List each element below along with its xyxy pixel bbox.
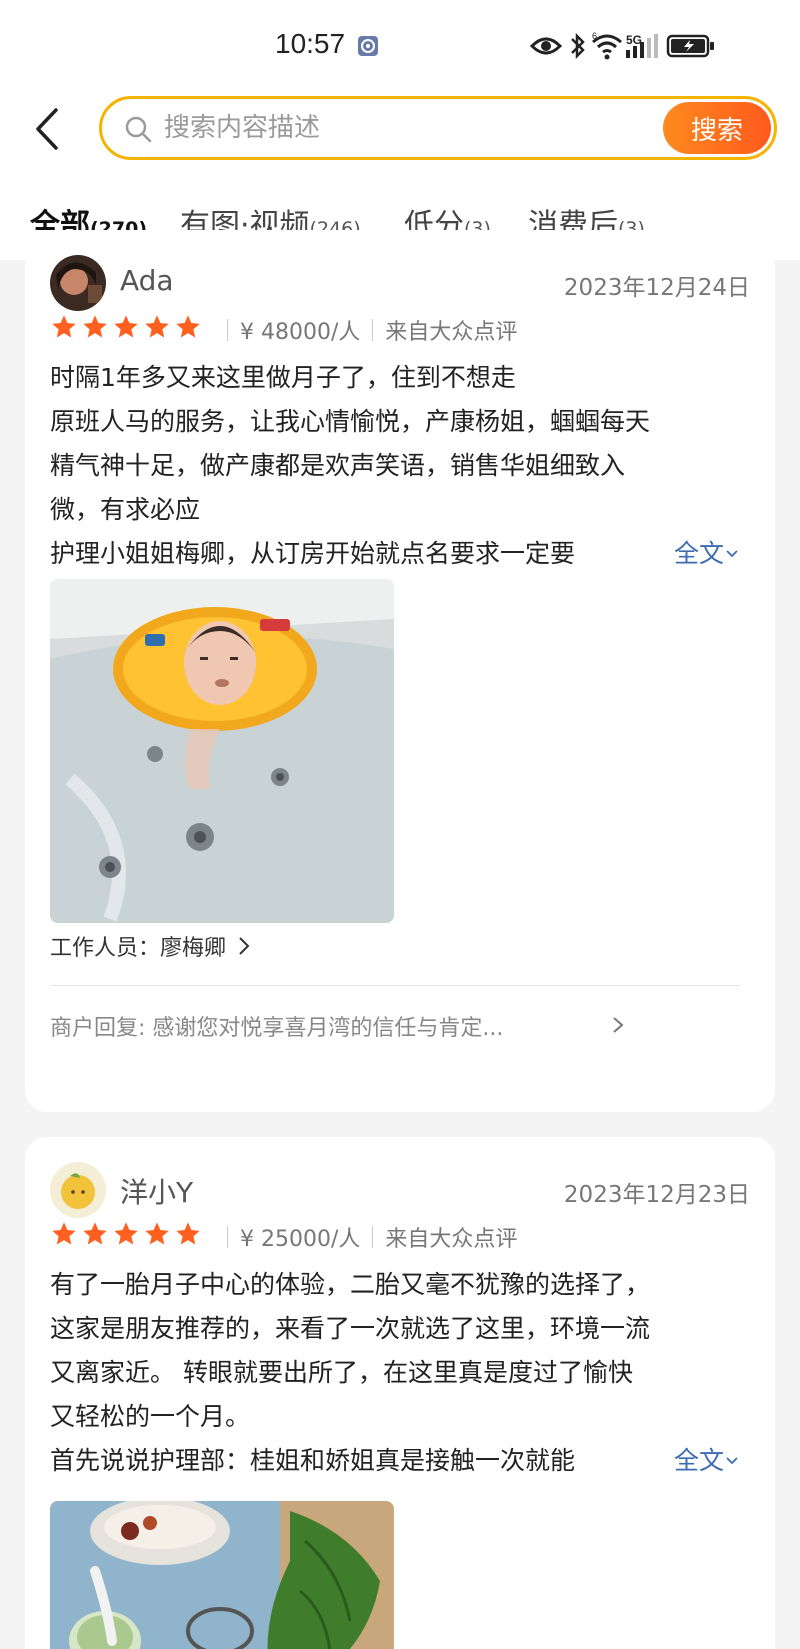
back-icon[interactable] (30, 104, 70, 154)
review-line: 微，有求必应 (50, 495, 201, 524)
expand-full-text-link[interactable]: 全文 (651, 1439, 740, 1483)
expand-label: 全文 (673, 1446, 724, 1475)
signal-5g-icon: 5G (626, 33, 658, 58)
signal-top-label: 6 (592, 31, 597, 41)
chevron-right-icon (239, 937, 250, 955)
review-card: Ada 2023年12月24日 ¥ 48000/人 来自大众点评 时隔1年多又来… (25, 230, 775, 1112)
review-photo[interactable] (50, 1501, 394, 1649)
review-date: 2023年12月24日 (563, 275, 750, 301)
merchant-reply[interactable]: 商户回复: 感谢您对悦享喜月湾的信任与肯定... (50, 1010, 740, 1042)
review-card: 洋小Y 2023年12月23日 ¥ 25000/人 来自大众点评 有了一胎月子中… (25, 1137, 775, 1649)
review-photo[interactable] (50, 579, 394, 923)
star-icon (145, 1222, 169, 1245)
rating-stars (50, 1220, 205, 1248)
bluetooth-icon (571, 32, 585, 60)
eye-icon (530, 37, 562, 55)
battery-charging-icon (666, 34, 714, 58)
review-date: 2023年12月23日 (563, 1182, 750, 1208)
signal-5g-label: 5G (626, 33, 642, 47)
review-text[interactable]: 时隔1年多又来这里做月子了，住到不想走 原班人马的服务，让我心情愉悦，产康杨姐，… (50, 356, 740, 576)
review-source: 来自大众点评 (385, 320, 518, 345)
staff-name: 廖梅卿 (160, 936, 227, 961)
price-per-person: ¥ 25000/人 (240, 1227, 361, 1252)
search-box[interactable]: 搜索 (99, 96, 777, 160)
review-meta: ¥ 25000/人 来自大众点评 (215, 1221, 517, 1253)
top-bar: 10:57 6 5G 搜索内容描述 搜索 全部 (270) 有图·视频 (246… (0, 0, 800, 260)
merchant-reply-text: 商户回复: 感谢您对悦享喜月湾的信任与肯定... (50, 1016, 504, 1041)
divider (50, 985, 740, 986)
star-icon (52, 1222, 76, 1245)
star-icon (145, 315, 169, 338)
review-line: 有了一胎月子中心的体验，二胎又毫不犹豫的选择了， (50, 1270, 651, 1299)
search-icon (125, 116, 152, 143)
user-name[interactable]: 洋小Y (120, 1171, 193, 1211)
chevron-right-icon (613, 1017, 624, 1033)
review-line: 护理小姐姐梅卿，从订房开始就点名要求一定要 (50, 539, 576, 568)
review-line: 又轻松的一个月。 (50, 1402, 251, 1431)
chevron-down-icon (726, 1457, 738, 1465)
star-icon (176, 315, 200, 338)
expand-full-text-link[interactable]: 全文 (651, 532, 740, 576)
star-icon (114, 315, 138, 338)
wifi-icon: 6 (592, 31, 622, 60)
user-name[interactable]: Ada (120, 264, 174, 297)
settings-badge-icon (358, 36, 378, 56)
review-line: 精气神十足，做产康都是欢声笑语，销售华姐细致入 (50, 451, 626, 480)
review-source: 来自大众点评 (385, 1227, 518, 1252)
chevron-down-icon (726, 550, 738, 558)
star-icon (176, 1222, 200, 1245)
review-text[interactable]: 有了一胎月子中心的体验，二胎又毫不犹豫的选择了， 这家是朋友推荐的，来看了一次就… (50, 1263, 740, 1483)
review-line: 首先说说护理部：桂姐和娇姐真是接触一次就能 (50, 1446, 576, 1475)
expand-label: 全文 (673, 539, 724, 568)
star-icon (114, 1222, 138, 1245)
staff-label: 工作人员： (50, 936, 161, 961)
review-line: 又离家近。 转眼就要出所了，在这里真是度过了愉快 (50, 1358, 633, 1387)
star-icon (52, 315, 76, 338)
star-icon (83, 1222, 107, 1245)
search-input[interactable] (164, 107, 644, 149)
search-button[interactable]: 搜索 (663, 102, 771, 154)
rating-stars (50, 313, 205, 341)
avatar[interactable] (50, 255, 106, 311)
status-time: 10:57 (275, 28, 346, 59)
review-line: 原班人马的服务，让我心情愉悦，产康杨姐，蝈蝈每天 (50, 407, 651, 436)
review-line: 时隔1年多又来这里做月子了，住到不想走 (50, 363, 516, 392)
review-line: 这家是朋友推荐的，来看了一次就选了这里，环境一流 (50, 1314, 651, 1343)
price-per-person: ¥ 48000/人 (240, 320, 361, 345)
review-meta: ¥ 48000/人 来自大众点评 (215, 314, 517, 346)
star-icon (83, 315, 107, 338)
staff-link[interactable]: 工作人员： 廖梅卿 (50, 930, 254, 962)
avatar[interactable] (50, 1162, 106, 1218)
